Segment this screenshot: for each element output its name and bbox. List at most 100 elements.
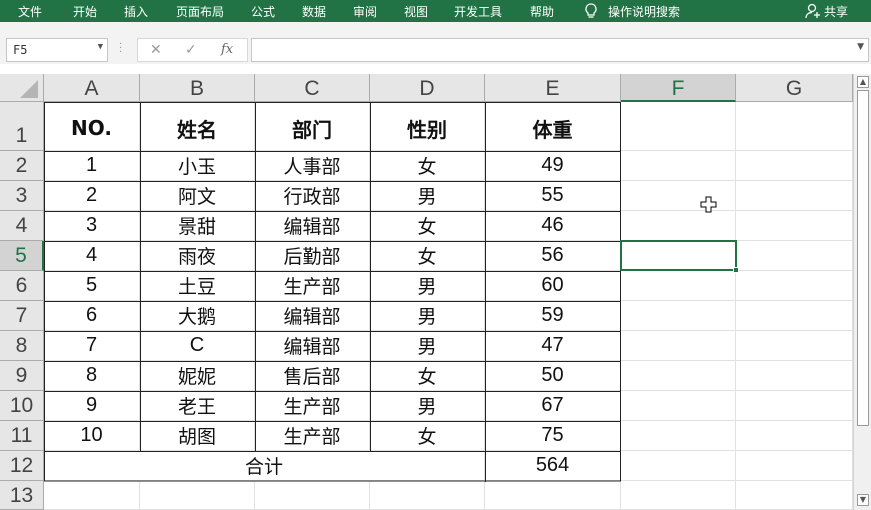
scroll-down-icon[interactable]: ▼ (857, 494, 869, 506)
row-header-4[interactable]: 4 (0, 211, 44, 241)
column-header-c[interactable]: C (255, 74, 370, 102)
tab-developer[interactable]: 开发工具 (454, 3, 502, 20)
cell-e4[interactable]: 46 (485, 211, 621, 241)
cell-g5[interactable] (736, 241, 853, 271)
cell-b7[interactable]: 大鹅 (140, 301, 255, 331)
tab-home[interactable]: 开始 (73, 3, 97, 20)
cell-d10[interactable]: 男 (370, 391, 485, 421)
row-header-10[interactable]: 10 (0, 391, 44, 421)
select-all-corner[interactable] (0, 74, 44, 102)
cell-f2[interactable] (621, 151, 736, 181)
cell-e8[interactable]: 47 (485, 331, 621, 361)
cell-c5[interactable]: 后勤部 (255, 241, 370, 271)
cell-c1[interactable]: 部门 (255, 102, 370, 151)
cell-a12-merged-total-label[interactable]: 合计 (44, 451, 485, 481)
cell-f6[interactable] (621, 271, 736, 301)
cell-g8[interactable] (736, 331, 853, 361)
cell-b4[interactable]: 景甜 (140, 211, 255, 241)
row-header-2[interactable]: 2 (0, 151, 44, 181)
cell-d6[interactable]: 男 (370, 271, 485, 301)
cell-a3[interactable]: 2 (44, 181, 140, 211)
row-header-12[interactable]: 12 (0, 451, 44, 481)
cell-e10[interactable]: 67 (485, 391, 621, 421)
cell-a8[interactable]: 7 (44, 331, 140, 361)
row-header-1[interactable]: 1 (0, 102, 44, 151)
cell-d2[interactable]: 女 (370, 151, 485, 181)
cell-b3[interactable]: 阿文 (140, 181, 255, 211)
cell-e5[interactable]: 56 (485, 241, 621, 271)
column-header-d[interactable]: D (370, 74, 485, 102)
scroll-up-icon[interactable]: ▲ (857, 76, 869, 88)
tab-review[interactable]: 审阅 (353, 3, 377, 20)
cell-g10[interactable] (736, 391, 853, 421)
cell-a6[interactable]: 5 (44, 271, 140, 301)
cell-a5[interactable]: 4 (44, 241, 140, 271)
cell-b8[interactable]: C (140, 331, 255, 361)
cell-f7[interactable] (621, 301, 736, 331)
enter-check-icon[interactable]: ✓ (185, 42, 197, 58)
cell-c7[interactable]: 编辑部 (255, 301, 370, 331)
column-header-f[interactable]: F (621, 74, 736, 102)
row-header-3[interactable]: 3 (0, 181, 44, 211)
cell-c6[interactable]: 生产部 (255, 271, 370, 301)
cell-c10[interactable]: 生产部 (255, 391, 370, 421)
formula-input[interactable]: ▼ (251, 38, 869, 62)
tab-view[interactable]: 视图 (404, 3, 428, 20)
cell-b5[interactable]: 雨夜 (140, 241, 255, 271)
cell-g13[interactable] (736, 481, 853, 510)
cell-d9[interactable]: 女 (370, 361, 485, 391)
cell-e11[interactable]: 75 (485, 421, 621, 451)
column-header-e[interactable]: E (485, 74, 621, 102)
column-header-g[interactable]: G (736, 74, 853, 102)
row-header-9[interactable]: 9 (0, 361, 44, 391)
tab-file[interactable]: 文件 (18, 3, 42, 20)
cell-d7[interactable]: 男 (370, 301, 485, 331)
cell-g3[interactable] (736, 181, 853, 211)
cell-a10[interactable]: 9 (44, 391, 140, 421)
cell-c8[interactable]: 编辑部 (255, 331, 370, 361)
cell-e2[interactable]: 49 (485, 151, 621, 181)
cell-c4[interactable]: 编辑部 (255, 211, 370, 241)
cell-a7[interactable]: 6 (44, 301, 140, 331)
cell-f1[interactable] (621, 102, 736, 151)
tab-formulas[interactable]: 公式 (251, 3, 275, 20)
cell-a4[interactable]: 3 (44, 211, 140, 241)
cell-d1[interactable]: 性别 (370, 102, 485, 151)
cell-g11[interactable] (736, 421, 853, 451)
cell-f3[interactable] (621, 181, 736, 211)
fill-handle[interactable] (733, 267, 739, 273)
cell-e9[interactable]: 50 (485, 361, 621, 391)
row-header-5[interactable]: 5 (0, 241, 44, 271)
cell-a13[interactable] (44, 481, 140, 510)
cell-f13[interactable] (621, 481, 736, 510)
cell-d4[interactable]: 女 (370, 211, 485, 241)
cell-f8[interactable] (621, 331, 736, 361)
cell-g9[interactable] (736, 361, 853, 391)
row-header-6[interactable]: 6 (0, 271, 44, 301)
cell-b1[interactable]: 姓名 (140, 102, 255, 151)
tab-data[interactable]: 数据 (302, 3, 326, 20)
row-header-7[interactable]: 7 (0, 301, 44, 331)
cell-d3[interactable]: 男 (370, 181, 485, 211)
cell-e6[interactable]: 60 (485, 271, 621, 301)
cell-b6[interactable]: 土豆 (140, 271, 255, 301)
cell-c9[interactable]: 售后部 (255, 361, 370, 391)
cell-g6[interactable] (736, 271, 853, 301)
cell-e7[interactable]: 59 (485, 301, 621, 331)
tab-help[interactable]: 帮助 (530, 3, 554, 20)
vertical-scrollbar[interactable]: ▲ ▼ (853, 74, 871, 510)
cell-d11[interactable]: 女 (370, 421, 485, 451)
scrollbar-thumb[interactable] (857, 90, 869, 426)
share-person-icon[interactable] (804, 2, 822, 20)
row-header-13[interactable]: 13 (0, 481, 44, 510)
cell-b9[interactable]: 妮妮 (140, 361, 255, 391)
cell-b11[interactable]: 胡图 (140, 421, 255, 451)
name-box[interactable]: F5 ▼ (6, 38, 108, 62)
cell-b10[interactable]: 老王 (140, 391, 255, 421)
drag-handle-icon[interactable]: · · · (119, 40, 123, 58)
cell-e13[interactable] (485, 481, 621, 510)
cell-e1[interactable]: 体重 (485, 102, 621, 151)
cell-c13[interactable] (255, 481, 370, 510)
cell-b13[interactable] (140, 481, 255, 510)
cell-c2[interactable]: 人事部 (255, 151, 370, 181)
